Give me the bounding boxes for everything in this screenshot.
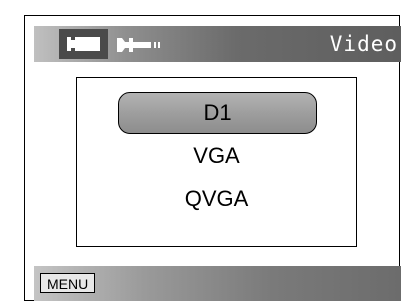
footer-bar: MENU <box>34 266 401 301</box>
mode-label: Video <box>329 32 398 56</box>
menu-button[interactable]: MENU <box>40 273 96 293</box>
wrench-settings-icon <box>117 38 160 52</box>
header-bar: Video <box>34 26 401 62</box>
option-vga[interactable]: VGA <box>77 136 356 176</box>
camera-screen: Video D1 VGA QVGA MENU <box>24 15 401 301</box>
tab-setup[interactable] <box>113 29 171 59</box>
tab-video[interactable] <box>59 29 108 59</box>
resolution-menu: D1 VGA QVGA <box>76 77 357 247</box>
option-d1[interactable]: D1 <box>118 92 317 134</box>
video-camera-icon <box>67 37 100 51</box>
option-qvga[interactable]: QVGA <box>77 179 356 219</box>
